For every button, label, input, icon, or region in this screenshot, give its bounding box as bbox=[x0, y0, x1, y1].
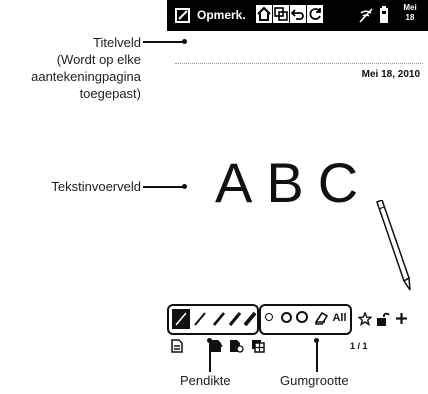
page-indicator: 1 / 1 bbox=[350, 341, 368, 351]
handwritten-letters: ABC bbox=[215, 151, 373, 214]
callout-line: Titelveld bbox=[93, 35, 141, 50]
callout-line: aantekeningpagina bbox=[31, 69, 141, 84]
title-field[interactable] bbox=[175, 33, 423, 63]
date-badge: Mei 18 bbox=[395, 3, 425, 27]
eraser-all-button[interactable]: All bbox=[314, 309, 347, 329]
pen-thickness-2[interactable] bbox=[191, 309, 209, 329]
callout-line: (Wordt op elke bbox=[56, 52, 141, 67]
undo-icon bbox=[290, 9, 304, 20]
text-field-leader-line bbox=[143, 186, 184, 188]
pages-grid-icon[interactable] bbox=[251, 339, 265, 353]
date-badge-month: Mei bbox=[403, 3, 417, 12]
document-icon[interactable] bbox=[171, 339, 183, 353]
pen-thickness-leader-line bbox=[209, 340, 211, 372]
star-icon[interactable] bbox=[358, 312, 372, 326]
unlock-icon[interactable] bbox=[376, 311, 390, 327]
home-button[interactable] bbox=[256, 5, 272, 23]
eraser-icon bbox=[315, 311, 329, 325]
eraser-size-large[interactable] bbox=[296, 311, 308, 323]
refresh-icon bbox=[309, 8, 321, 20]
title-field-leader-line bbox=[143, 41, 184, 43]
refresh-button[interactable] bbox=[307, 5, 323, 23]
document-edit-icon[interactable] bbox=[210, 339, 224, 353]
note-date: Mei 18, 2010 bbox=[361, 69, 420, 80]
pen-thin-icon bbox=[175, 312, 187, 326]
callout-line: toegepast) bbox=[79, 86, 141, 101]
pen-thickness-5[interactable] bbox=[241, 309, 259, 329]
eraser-size-small[interactable] bbox=[265, 313, 273, 321]
pen-line-icon bbox=[194, 312, 206, 326]
wireless-off-icon bbox=[359, 8, 373, 23]
eraser-all-label: All bbox=[332, 311, 347, 324]
pen-thickness-1[interactable] bbox=[172, 309, 190, 329]
title-field-callout: Titelveld (Wordt op elke aantekeningpagi… bbox=[20, 34, 141, 102]
title-field-leader-dot bbox=[182, 39, 187, 44]
title-field-underline bbox=[175, 63, 423, 64]
copy-page-button[interactable] bbox=[273, 5, 289, 23]
eraser-size-callout: Gumgrootte bbox=[280, 373, 349, 388]
battery-icon bbox=[380, 6, 388, 23]
app-title: Opmerk. bbox=[197, 8, 246, 22]
document-view-icon[interactable] bbox=[229, 339, 244, 353]
top-bar: Opmerk. Mei 18 bbox=[167, 0, 428, 31]
home-icon bbox=[257, 6, 271, 21]
pages-icon bbox=[274, 7, 288, 21]
stylus-icon bbox=[376, 200, 411, 291]
text-field-leader-dot bbox=[182, 184, 187, 189]
pen-thickness-callout: Pendikte bbox=[180, 373, 231, 388]
text-field-callout: Tekstinvoerveld bbox=[51, 179, 141, 194]
pen-line-icon bbox=[243, 311, 257, 327]
notes-app-icon bbox=[175, 8, 190, 23]
add-icon[interactable] bbox=[395, 312, 408, 325]
eraser-size-medium[interactable] bbox=[281, 312, 292, 323]
eraser-size-leader-line bbox=[316, 340, 318, 372]
undo-button[interactable] bbox=[290, 5, 306, 23]
date-badge-day: 18 bbox=[405, 13, 415, 22]
